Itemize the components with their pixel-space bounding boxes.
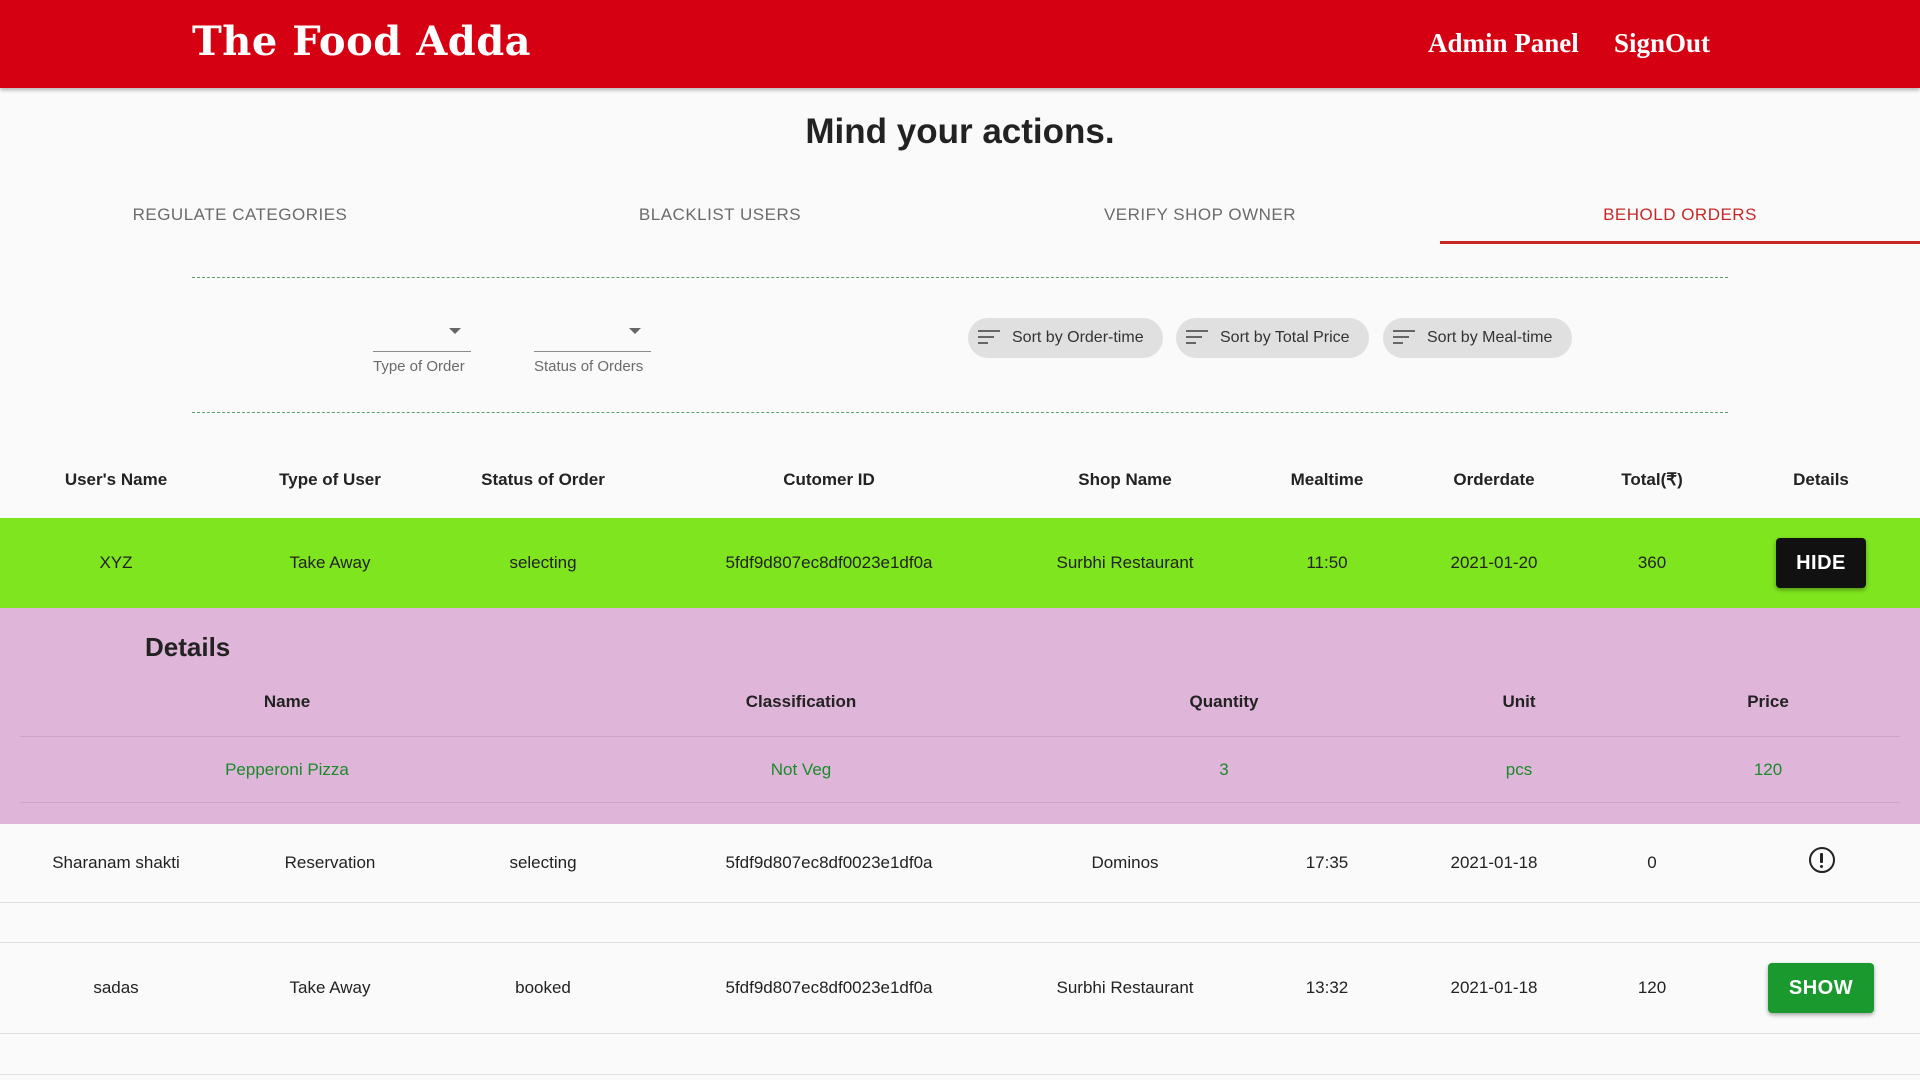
tab-blacklist-users[interactable]: BLACKLIST USERS [480, 196, 960, 244]
tab-indicator [1440, 241, 1920, 244]
cell-mealtime: 13:32 [1305, 978, 1349, 997]
hide-details-button[interactable]: HIDE [1776, 538, 1866, 588]
cell-orderdate: 2021-01-18 [1450, 853, 1538, 872]
divider [192, 412, 1728, 413]
cell-orderdate: 2021-01-20 [1450, 553, 1538, 572]
dropdown-arrow-icon [629, 328, 641, 334]
item-quantity: 3 [1219, 760, 1229, 779]
details-header-name: Name [263, 692, 311, 711]
column-header-mealtime[interactable]: Mealtime [1267, 470, 1387, 490]
details-header-quantity: Quantity [1189, 692, 1259, 711]
status-of-orders-select[interactable] [534, 320, 651, 352]
tab-behold-orders[interactable]: BEHOLD ORDERS [1440, 196, 1920, 244]
item-name: Pepperoni Pizza [225, 760, 349, 779]
cell-user-name: Sharanam shakti [52, 853, 180, 872]
dropdown-arrow-icon [449, 328, 461, 334]
status-of-orders-label: Status of Orders [534, 358, 644, 375]
cell-status: selecting [509, 853, 577, 872]
chip-label: Sort by Order-time [1012, 329, 1144, 346]
cell-type-of-user: Reservation [284, 853, 376, 872]
cell-shop-name: Surbhi Restaurant [1056, 553, 1194, 572]
sort-by-order-time-chip[interactable]: Sort by Order-time [968, 318, 1163, 358]
cell-total: 360 [1637, 553, 1667, 572]
sort-icon [1393, 330, 1415, 346]
column-header-shop-name[interactable]: Shop Name [1025, 470, 1225, 490]
column-header-customer-id[interactable]: Cutomer ID [679, 470, 979, 490]
details-header-price: Price [1747, 692, 1789, 711]
cell-customer-id: 5fdf9d807ec8df0023e1df0a [725, 978, 933, 997]
type-of-order-label: Type of Order [373, 358, 465, 375]
cell-total: 0 [1647, 853, 1657, 872]
chip-label: Sort by Total Price [1220, 329, 1350, 346]
cell-shop-name: Surbhi Restaurant [1056, 978, 1194, 997]
column-header-user-name[interactable]: User's Name [16, 470, 216, 490]
cell-status: booked [515, 978, 571, 997]
details-header-unit: Unit [1502, 692, 1536, 711]
cell-type-of-user: Take Away [289, 978, 371, 997]
table-row[interactable]: Sharanam shakti Reservation selecting 5f… [0, 824, 1920, 902]
tab-verify-shop-owner[interactable]: VERIFY SHOP OWNER [960, 196, 1440, 244]
details-title: Details [145, 632, 231, 662]
sort-icon [1186, 330, 1208, 346]
divider [0, 1033, 1920, 1034]
sort-icon [978, 330, 1000, 346]
column-header-details: Details [1793, 470, 1849, 489]
alert-circle-icon[interactable] [1809, 847, 1835, 873]
cell-customer-id: 5fdf9d807ec8df0023e1df0a [725, 853, 933, 872]
cell-shop-name: Dominos [1091, 853, 1159, 872]
cell-customer-id: 5fdf9d807ec8df0023e1df0a [725, 553, 933, 572]
cell-user-name: sadas [93, 978, 139, 997]
item-classification: Not Veg [770, 760, 832, 779]
cell-mealtime: 17:35 [1305, 853, 1349, 872]
column-header-status[interactable]: Status of Order [443, 470, 643, 490]
table-row[interactable]: XYZ Take Away selecting 5fdf9d807ec8df00… [0, 518, 1920, 608]
cell-status: selecting [509, 553, 577, 572]
admin-panel-link[interactable]: Admin Panel [1428, 28, 1579, 59]
item-unit: pcs [1505, 760, 1533, 779]
divider [20, 736, 1900, 737]
column-header-total[interactable]: Total(₹) [1592, 470, 1712, 490]
column-header-type-of-user[interactable]: Type of User [230, 470, 430, 490]
divider [0, 902, 1920, 903]
cell-type-of-user: Take Away [289, 553, 371, 572]
cell-user-name: XYZ [99, 553, 133, 572]
details-header-classification: Classification [745, 692, 857, 711]
app-header: The Food Adda Admin Panel SignOut [0, 0, 1920, 88]
cell-mealtime: 11:50 [1306, 553, 1348, 572]
sign-out-link[interactable]: SignOut [1614, 28, 1710, 59]
divider [20, 802, 1900, 803]
page-title: Mind your actions. [805, 112, 1115, 151]
sort-by-total-price-chip[interactable]: Sort by Total Price [1176, 318, 1369, 358]
table-row[interactable]: sadas Take Away booked 5fdf9d807ec8df002… [0, 943, 1920, 1033]
order-details-panel [0, 608, 1920, 824]
divider [192, 277, 1728, 278]
divider [0, 1074, 1920, 1075]
show-details-button[interactable]: SHOW [1768, 963, 1874, 1013]
tab-regulate-categories[interactable]: REGULATE CATEGORIES [0, 196, 480, 244]
chip-label: Sort by Meal-time [1427, 329, 1553, 346]
cell-orderdate: 2021-01-18 [1450, 978, 1538, 997]
brand-logo[interactable]: The Food Adda [192, 18, 531, 65]
item-price: 120 [1753, 760, 1783, 779]
cell-total: 120 [1637, 978, 1667, 997]
column-header-orderdate[interactable]: Orderdate [1434, 470, 1554, 490]
sort-by-meal-time-chip[interactable]: Sort by Meal-time [1383, 318, 1572, 358]
type-of-order-select[interactable] [373, 320, 471, 352]
